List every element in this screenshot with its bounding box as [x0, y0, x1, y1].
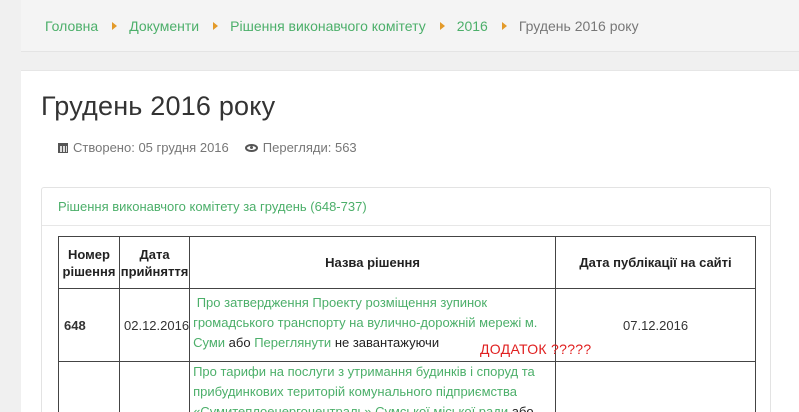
views-label: Перегляди:	[262, 140, 332, 155]
decisions-panel: Рішення виконавчого комітету за грудень …	[41, 187, 771, 412]
article-meta: Створено: 05 грудня 2016 Перегляди: 563	[58, 140, 373, 155]
breadcrumb-separator-icon	[501, 21, 507, 30]
view-link[interactable]: Переглянути	[254, 335, 331, 350]
table-row: Про тарифи на послуги з утримання будинк…	[58, 361, 756, 412]
page-title: Грудень 2016 року	[41, 91, 276, 121]
article-card: Грудень 2016 року Створено: 05 грудня 20…	[21, 70, 799, 412]
eye-icon	[244, 143, 258, 152]
panel-heading-link[interactable]: Рішення виконавчого комітету за грудень …	[58, 199, 367, 214]
table-header-row: Номер рішення Дата прийняття Назва рішення…	[58, 236, 756, 289]
breadcrumb-current: Грудень 2016 року	[518, 17, 639, 34]
created-label: Створено:	[73, 140, 135, 155]
row-name: Про тарифи на послуги з утримання будинк…	[189, 361, 557, 412]
breadcrumb-year[interactable]: 2016	[457, 18, 488, 34]
decisions-table: Номер рішення Дата прийняття Назва рішення…	[58, 236, 756, 412]
created-date: 05 грудня 2016	[138, 140, 229, 155]
breadcrumb-documents[interactable]: Документи	[129, 18, 199, 34]
breadcrumb: Головна Документи Рішення виконавчого ко…	[21, 0, 799, 52]
header-published: Дата публікації на сайті	[555, 236, 756, 289]
views-count: 563	[334, 140, 357, 155]
or-text: або	[228, 335, 251, 350]
row-published	[555, 361, 756, 412]
header-name: Назва рішення	[189, 236, 557, 289]
views-info: Перегляди: 563	[244, 140, 357, 155]
created-info: Створено: 05 грудня 2016	[58, 140, 229, 155]
panel-heading: Рішення виконавчого комітету за грудень …	[42, 188, 770, 226]
table-row: 648 02.12.2016 Про затвердження Проекту …	[58, 288, 756, 362]
header-date: Дата прийняття	[118, 236, 191, 289]
decision-title-link[interactable]: Про тарифи на послуги з утримання будинк…	[193, 364, 535, 412]
breadcrumb-home[interactable]: Головна	[45, 18, 98, 34]
no-download-text: не завантажуючи	[334, 335, 440, 350]
breadcrumb-separator-icon	[213, 21, 219, 30]
row-date: 02.12.2016	[118, 288, 191, 362]
breadcrumb-executive-decisions[interactable]: Рішення виконавчого комітету	[230, 18, 426, 34]
header-number: Номер рішення	[58, 236, 120, 289]
row-number: 648	[58, 288, 120, 362]
row-number	[58, 361, 120, 412]
or-text: або	[511, 404, 534, 412]
row-date	[118, 361, 191, 412]
breadcrumb-separator-icon	[439, 21, 445, 30]
calendar-icon	[58, 142, 68, 153]
breadcrumb-separator-icon	[112, 21, 118, 30]
attachment-annotation: ДОДАТОК ?????	[480, 341, 592, 357]
